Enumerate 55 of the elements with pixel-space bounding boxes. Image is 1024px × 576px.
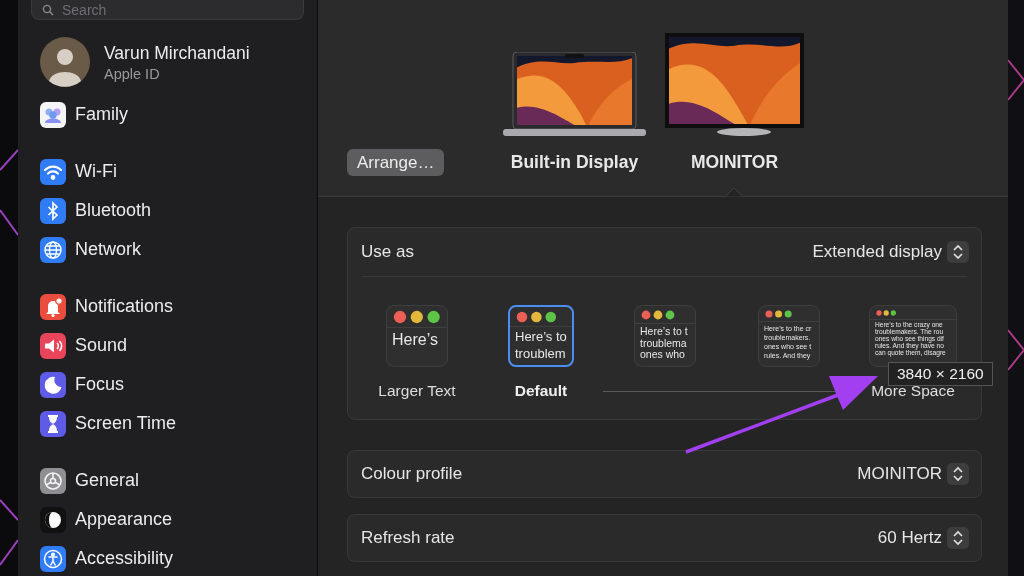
gear-icon bbox=[40, 467, 66, 494]
search-icon bbox=[42, 4, 54, 16]
account-subtitle: Apple ID bbox=[104, 65, 161, 82]
setting-label: Refresh rate bbox=[361, 528, 455, 548]
sidebar-item[interactable]: Appearance bbox=[18, 500, 173, 539]
sidebar-item[interactable]: Accessibility bbox=[18, 539, 174, 576]
account-name[interactable]: Varun Mirchandani bbox=[104, 42, 250, 64]
speaker-icon bbox=[40, 332, 66, 359]
scale-preview[interactable]: Here’s bbox=[386, 305, 448, 367]
preview-text: Here’s to troublem bbox=[510, 326, 572, 365]
stepper-icon bbox=[947, 241, 969, 263]
setting-label: Use as bbox=[361, 242, 414, 262]
display-name[interactable]: MOINITOR bbox=[690, 149, 779, 176]
stepper-icon bbox=[947, 527, 969, 549]
option-label: Default bbox=[514, 381, 568, 401]
laptop-drawing[interactable] bbox=[503, 52, 646, 136]
globe-icon bbox=[40, 236, 66, 263]
sidebar-item[interactable]: Notifications bbox=[18, 287, 174, 326]
sidebar-item[interactable]: Network bbox=[18, 230, 141, 269]
arrange-button[interactable]: Arrange… bbox=[347, 149, 445, 176]
stepper-icon bbox=[947, 463, 969, 485]
preview-text: Here’s to t troublema ones who bbox=[635, 323, 695, 366]
sidebar-item[interactable]: Wi-Fi bbox=[18, 152, 117, 191]
bluetooth-icon bbox=[40, 197, 66, 224]
sidebar-item[interactable]: Bluetooth bbox=[18, 191, 152, 230]
avatar[interactable] bbox=[40, 37, 90, 87]
popup-button[interactable]: 60 Hertz bbox=[877, 527, 969, 549]
moon-icon bbox=[40, 371, 66, 398]
wifi-icon bbox=[40, 158, 66, 185]
sidebar-item[interactable]: Sound bbox=[18, 326, 128, 365]
sidebar-item[interactable]: Screen Time bbox=[18, 404, 177, 443]
window-controls-icon bbox=[641, 310, 675, 320]
scale-preview[interactable]: Here’s to t troublema ones who bbox=[634, 305, 696, 367]
sidebar-item[interactable]: Focus bbox=[18, 365, 125, 404]
scale-preview[interactable]: Here’s to troublem bbox=[508, 305, 574, 367]
window-controls-icon bbox=[393, 310, 441, 324]
sidebar-item[interactable]: Family bbox=[18, 95, 128, 134]
setting-label: Colour profile bbox=[361, 464, 463, 484]
contrast-icon bbox=[40, 506, 66, 533]
bell-icon bbox=[40, 293, 66, 320]
tooltip: 3840 × 2160 bbox=[888, 362, 993, 386]
preview-text: Here’s bbox=[387, 327, 447, 366]
popup-button[interactable]: Extended display bbox=[812, 241, 969, 263]
monitor-drawing[interactable] bbox=[665, 33, 804, 136]
option-label: Larger Text bbox=[378, 381, 456, 401]
window-controls-icon bbox=[516, 311, 557, 323]
hourglass-icon bbox=[40, 410, 66, 437]
people-icon bbox=[40, 101, 66, 128]
popup-button[interactable]: MOINITOR bbox=[857, 463, 969, 485]
window-controls-icon bbox=[876, 310, 897, 316]
accessibility-icon bbox=[40, 545, 66, 572]
sidebar-item[interactable]: General bbox=[18, 461, 140, 500]
display-name[interactable]: Built-in Display bbox=[510, 149, 639, 176]
window-controls-icon bbox=[765, 310, 793, 318]
search-field[interactable]: Search bbox=[31, 0, 304, 20]
